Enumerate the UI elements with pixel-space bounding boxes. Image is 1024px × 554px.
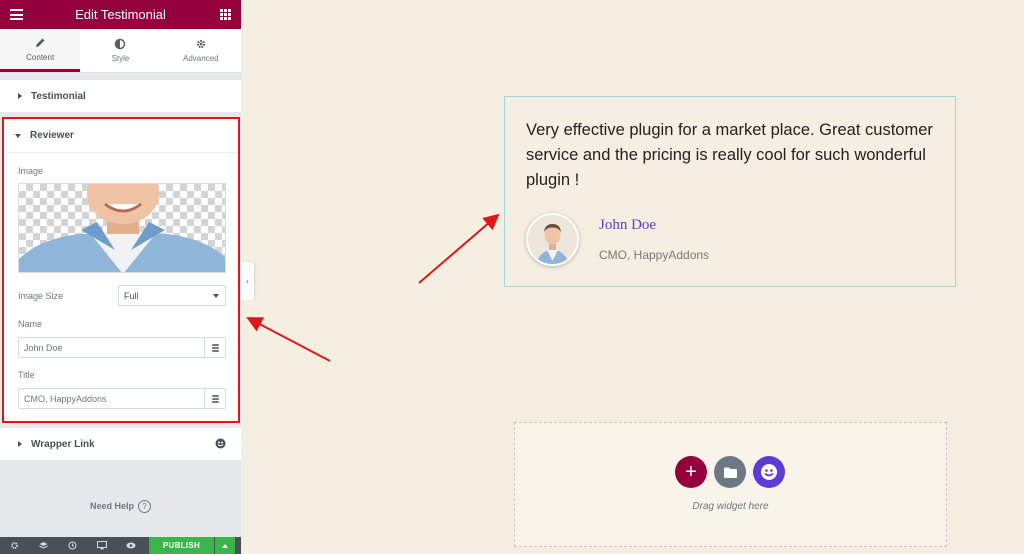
section-wrapper-link[interactable]: Wrapper Link (0, 428, 241, 460)
arrow-to-testimonial (418, 213, 500, 284)
chevron-up-icon (222, 543, 228, 548)
title-dynamic-button[interactable] (204, 388, 226, 409)
section-reviewer-header[interactable]: Reviewer (4, 119, 238, 153)
publish-options-button[interactable] (215, 537, 235, 554)
collapse-panel-button[interactable]: ‹ (241, 262, 254, 300)
section-testimonial-label: Testimonial (31, 90, 86, 102)
image-picker[interactable] (18, 183, 226, 273)
tab-advanced[interactable]: Advanced (161, 29, 241, 72)
caret-down-icon (15, 133, 21, 138)
tab-content-label: Content (26, 52, 55, 62)
testimonial-widget[interactable]: Very effective plugin for a market place… (504, 96, 956, 287)
section-reviewer-label: Reviewer (30, 130, 74, 141)
title-field-value: CMO, HappyAddons (24, 393, 107, 404)
need-help-label: Need Help (89, 501, 134, 511)
tab-content[interactable]: Content (0, 29, 81, 72)
half-circle-icon (115, 38, 126, 50)
drop-zone[interactable]: + Drag widget here (514, 422, 947, 547)
caret-right-icon (18, 93, 22, 99)
happy-addons-icon (761, 464, 777, 480)
reviewer-name[interactable]: John Doe (599, 217, 656, 234)
gear-icon (196, 39, 205, 49)
section-reviewer: Reviewer Image Image Size Full Name John… (2, 117, 240, 423)
image-label: Image (18, 166, 44, 176)
arrow-to-reviewer (246, 317, 331, 362)
publish-button[interactable]: PUBLISH (149, 537, 214, 554)
settings-icon[interactable] (0, 541, 29, 550)
database-icon (211, 343, 219, 352)
database-icon (211, 394, 219, 403)
name-label: Name (18, 319, 43, 329)
name-dynamic-button[interactable] (204, 337, 226, 358)
title-field[interactable]: CMO, HappyAddons (18, 388, 204, 409)
drag-widget-hint: Drag widget here (692, 501, 769, 512)
widgets-grid-icon[interactable] (220, 9, 231, 20)
tab-style[interactable]: Style (80, 29, 160, 72)
reviewer-avatar (526, 213, 579, 266)
name-field-value: John Doe (24, 342, 63, 353)
panel-tabs: Content Style Advanced (0, 29, 241, 73)
happy-addons-button[interactable] (753, 456, 785, 488)
need-help-link[interactable]: Need Help? (0, 500, 241, 513)
pencil-icon (36, 38, 45, 47)
image-size-label: Image Size (18, 291, 64, 301)
editor-panel: Edit Testimonial Content Style Advanced … (0, 0, 241, 554)
image-size-select[interactable]: Full (118, 285, 226, 306)
menu-icon[interactable] (10, 9, 23, 20)
reviewer-title: CMO, HappyAddons (599, 248, 710, 262)
add-template-button[interactable] (714, 456, 746, 488)
layers-icon[interactable] (29, 541, 58, 550)
panel-title: Edit Testimonial (75, 7, 166, 22)
happy-addons-icon (215, 438, 226, 449)
panel-footer: PUBLISH (0, 537, 241, 554)
help-icon: ? (138, 500, 151, 513)
image-size-value: Full (124, 290, 139, 301)
caret-right-icon (18, 441, 22, 447)
preview-eye-icon[interactable] (116, 542, 145, 549)
responsive-desktop-icon[interactable] (87, 541, 116, 550)
folder-icon (723, 467, 737, 478)
testimonial-quote: Very effective plugin for a market place… (526, 121, 933, 189)
add-section-button[interactable]: + (675, 456, 707, 488)
name-field[interactable]: John Doe (18, 337, 204, 358)
chevron-down-icon (213, 294, 219, 298)
tab-advanced-label: Advanced (183, 54, 219, 63)
reviewer-photo (19, 184, 225, 272)
history-icon[interactable] (58, 541, 87, 550)
title-label: Title (18, 370, 35, 380)
section-testimonial[interactable]: Testimonial (0, 80, 241, 112)
tab-style-label: Style (111, 54, 130, 63)
section-wrapper-link-label: Wrapper Link (31, 438, 95, 450)
panel-header: Edit Testimonial (0, 0, 241, 29)
